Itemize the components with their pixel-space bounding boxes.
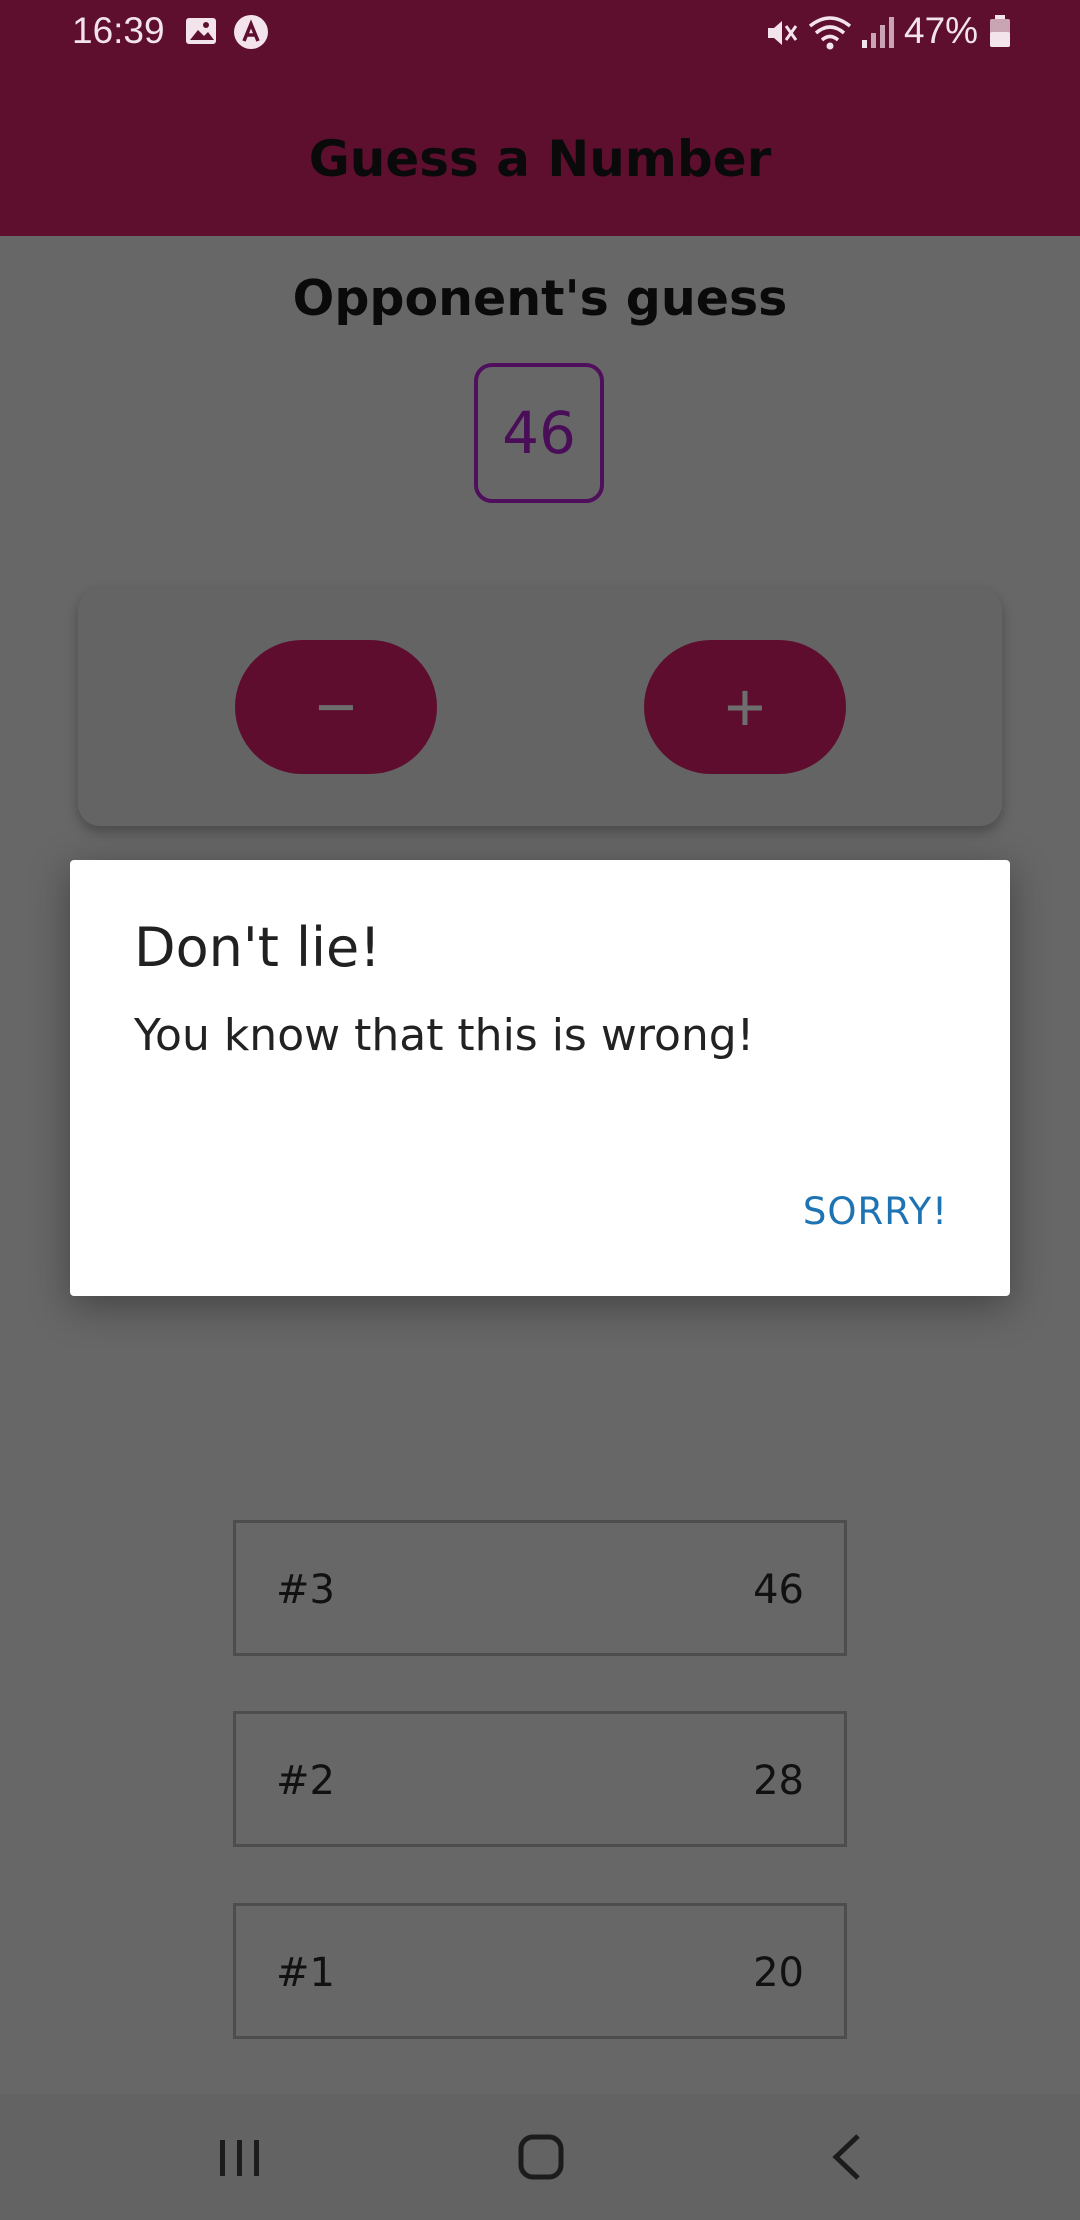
mute-icon [762,14,800,56]
status-time: 16:39 [72,10,165,51]
history-round: #1 [276,1950,335,1996]
system-nav-bar [0,2094,1080,2220]
battery-percent: 47% [904,10,979,51]
history-value: 20 [753,1950,804,1996]
controls-card: − + [78,588,1002,826]
recent-apps-icon[interactable] [194,2122,284,2192]
history-round: #2 [276,1758,335,1804]
sorry-button[interactable]: SORRY! [803,1190,948,1233]
signal-icon [860,14,896,54]
gallery-icon [184,14,218,52]
app-header: Guess a Number [0,64,1080,236]
back-icon[interactable] [800,2122,890,2192]
history-value: 28 [753,1758,804,1804]
opponent-guess-title: Opponent's guess [292,270,788,327]
status-bar: 16:39 47% [0,0,1080,64]
app-notification-icon [232,14,270,56]
history-value: 46 [753,1567,804,1613]
wifi-icon [806,14,854,56]
dialog-title: Don't lie! [134,916,381,979]
current-guess-display: 46 [474,363,604,503]
lower-button[interactable]: − [235,640,437,774]
dialog-message: You know that this is wrong! [134,1010,755,1061]
alert-dialog: Don't lie! You know that this is wrong! … [70,860,1010,1296]
history-row: #1 20 [233,1903,847,2039]
higher-button[interactable]: + [644,640,846,774]
history-row: #3 46 [233,1520,847,1656]
home-icon[interactable] [496,2122,586,2192]
page-title: Guess a Number [308,130,772,188]
history-row: #2 28 [233,1711,847,1847]
history-round: #3 [276,1567,335,1613]
battery-icon [988,14,1012,52]
